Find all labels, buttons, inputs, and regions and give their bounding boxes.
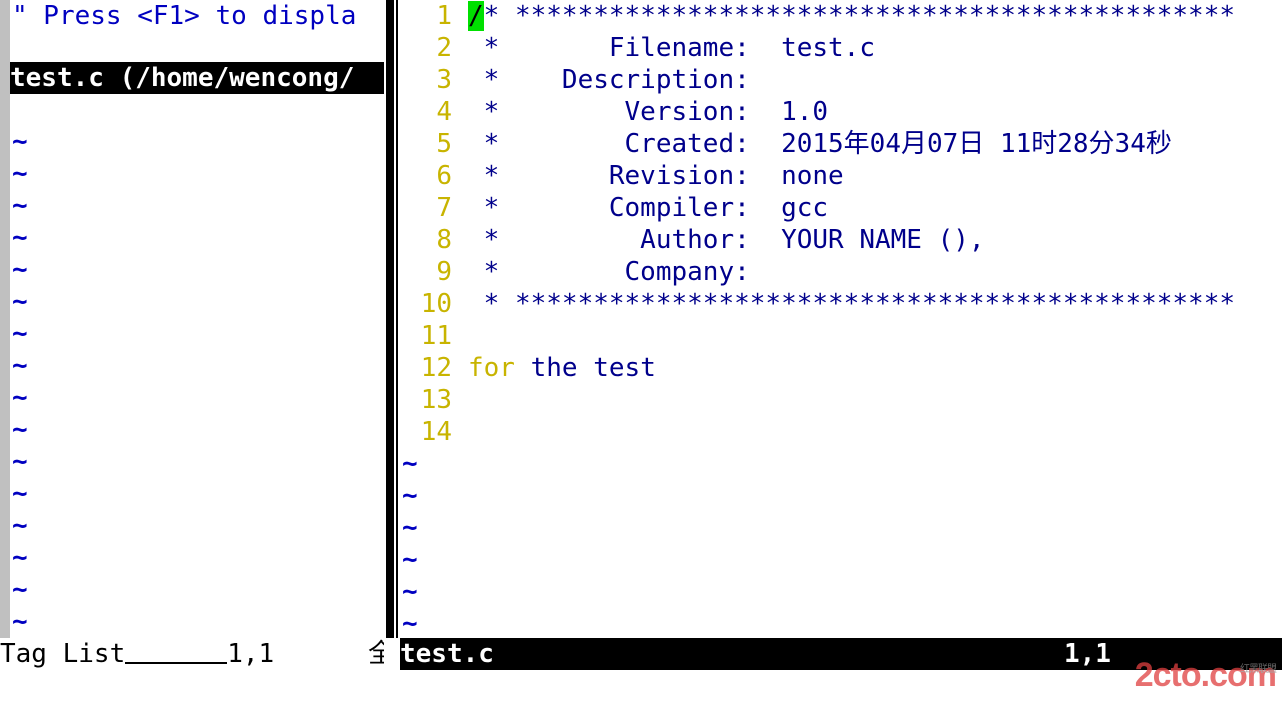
- separator-bar-thin: [396, 0, 398, 638]
- empty-line-tilde: ~: [12, 607, 28, 637]
- line-number: 13: [420, 385, 452, 415]
- code-line[interactable]: 14: [400, 416, 1282, 448]
- command-line[interactable]: [0, 670, 1282, 704]
- line-number: 11: [420, 321, 452, 351]
- line-number: 4: [436, 97, 452, 127]
- code-line[interactable]: 12 for the test: [400, 352, 1282, 384]
- code-line[interactable]: 8 * Author: YOUR NAME (),: [400, 224, 1282, 256]
- line-text: * Compiler: gcc: [468, 193, 829, 223]
- code-line[interactable]: 6 * Revision: none: [400, 160, 1282, 192]
- code-line[interactable]: 13: [400, 384, 1282, 416]
- line-number: 5: [436, 129, 452, 159]
- code-line[interactable]: 2 * Filename: test.c: [400, 32, 1282, 64]
- keyword: for: [468, 353, 515, 383]
- editor-status-position: 1,1: [1064, 639, 1111, 669]
- line-text: * Filename: test.c: [468, 33, 875, 63]
- line-text: * Revision: none: [468, 161, 844, 191]
- code-line[interactable]: 1 /* ************************************…: [400, 0, 1282, 32]
- code-line[interactable]: 10 * ***********************************…: [400, 288, 1282, 320]
- line-number: 12: [420, 353, 452, 383]
- empty-line-tilde: ~: [12, 543, 28, 573]
- line-number: 3: [436, 65, 452, 95]
- line-text: * Author: YOUR NAME (),: [468, 225, 985, 255]
- empty-line-tilde: ~: [12, 223, 28, 253]
- taglist-statusline: Tag List 1,1 全部: [0, 638, 384, 670]
- line-text: * Description:: [468, 65, 750, 95]
- taglist-gutter: [0, 0, 10, 638]
- code-line[interactable]: 11: [400, 320, 1282, 352]
- line-text: * Version: 1.0: [468, 97, 829, 127]
- separator-bar: [386, 0, 394, 638]
- empty-line-tilde: ~: [12, 575, 28, 605]
- text-cursor: /: [468, 1, 484, 31]
- code-line[interactable]: 7 * Compiler: gcc: [400, 192, 1282, 224]
- line-number: 2: [436, 33, 452, 63]
- taglist-status-scroll: 全部: [368, 639, 384, 669]
- line-number: 6: [436, 161, 452, 191]
- line-text: the test: [514, 353, 656, 383]
- line-text: * Company:: [468, 257, 750, 287]
- line-number: 9: [436, 257, 452, 287]
- taglist-status-position: 1,1: [227, 639, 275, 669]
- empty-line-tilde: ~: [402, 609, 418, 638]
- watermark-subtext: 红黑联盟: [1240, 664, 1277, 675]
- line-number: 10: [420, 289, 452, 319]
- editor-status-filename: test.c: [400, 639, 494, 669]
- watermark-logo: 2cto.com 红黑联盟: [1135, 656, 1277, 695]
- line-number: 1: [436, 1, 452, 31]
- status-separator: [384, 638, 400, 670]
- line-text: * **************************************…: [483, 1, 1236, 31]
- empty-line-tilde: ~: [402, 577, 418, 607]
- line-number: 8: [436, 225, 452, 255]
- line-number: 14: [420, 417, 452, 447]
- line-text: * **************************************…: [468, 289, 1236, 319]
- empty-line-tilde: ~: [12, 511, 28, 541]
- empty-line-tilde: ~: [402, 513, 418, 543]
- empty-line-tilde: ~: [12, 319, 28, 349]
- status-underline: [125, 638, 228, 664]
- empty-line-tilde: ~: [12, 447, 28, 477]
- taglist-help-hint: " Press <F1> to displa: [12, 1, 357, 31]
- empty-line-tilde: ~: [12, 127, 28, 157]
- empty-line-tilde: ~: [402, 481, 418, 511]
- code-line[interactable]: 9 * Company:: [400, 256, 1282, 288]
- taglist-status-name: Tag List: [0, 639, 126, 669]
- code-line[interactable]: 5 * Created: 2015年04月07日 11时28分34秒: [400, 128, 1282, 160]
- taglist-pane[interactable]: " Press <F1> to displa test.c (/home/wen…: [0, 0, 384, 638]
- empty-line-tilde: ~: [12, 191, 28, 221]
- window-vertical-separator[interactable]: [384, 0, 400, 638]
- line-number: 7: [436, 193, 452, 223]
- empty-line-tilde: ~: [12, 383, 28, 413]
- code-line[interactable]: 3 * Description:: [400, 64, 1282, 96]
- empty-line-tilde: ~: [402, 449, 418, 479]
- editor-pane[interactable]: 1/* ************************************…: [400, 0, 1282, 638]
- empty-line-tilde: ~: [402, 545, 418, 575]
- empty-line-tilde: ~: [12, 159, 28, 189]
- empty-line-tilde: ~: [12, 479, 28, 509]
- empty-line-tilde: ~: [12, 351, 28, 381]
- code-line[interactable]: 4 * Version: 1.0: [400, 96, 1282, 128]
- line-text: * Created: 2015年04月07日 11时28分34秒: [468, 129, 1172, 159]
- empty-line-tilde: ~: [12, 415, 28, 445]
- taglist-file-entry[interactable]: test.c (/home/wencong/: [10, 62, 384, 94]
- empty-line-tilde: ~: [12, 287, 28, 317]
- empty-line-tilde: ~: [12, 255, 28, 285]
